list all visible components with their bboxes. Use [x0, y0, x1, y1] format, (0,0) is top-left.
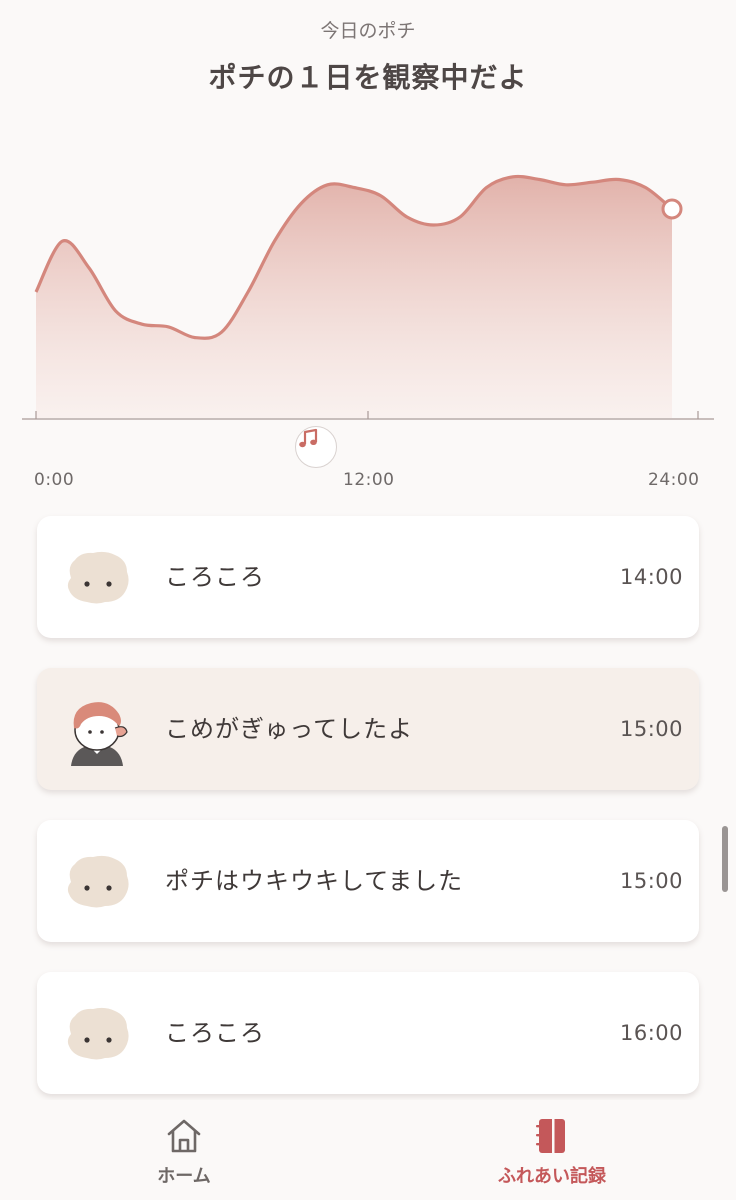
activity-chart-svg — [22, 174, 714, 420]
event-text: こめがぎゅってしたよ — [165, 715, 414, 743]
x-tick-label: 24:00 — [648, 470, 700, 490]
event-time: 14:00 — [619, 565, 683, 589]
scrollbar[interactable] — [722, 826, 728, 892]
nav-home-label: ホーム — [157, 1166, 211, 1187]
notebook-icon — [536, 1119, 565, 1153]
event-time: 15:00 — [619, 717, 683, 741]
page-subtitle: 今日のポチ — [320, 20, 416, 42]
event-time: 16:00 — [619, 1021, 683, 1045]
event-card[interactable]: ころころ 16:00 — [37, 972, 699, 1094]
fluffy-creature-icon — [67, 1007, 129, 1060]
current-point-marker — [661, 198, 683, 220]
nav-home[interactable]: ホーム — [124, 1100, 244, 1200]
x-tick-label: 12:00 — [343, 470, 395, 490]
activity-area-fill — [36, 176, 672, 418]
activity-chart: 0:00 12:00 24:00 — [0, 120, 736, 500]
fluffy-creature-icon — [67, 551, 129, 604]
event-text: ポチはウキウキしてました — [165, 867, 464, 895]
music-note-icon — [299, 428, 318, 448]
event-card[interactable]: こめがぎゅってしたよ 15:00 — [37, 668, 699, 790]
event-time: 15:00 — [619, 869, 683, 893]
home-icon — [167, 1119, 201, 1153]
event-card[interactable]: ころころ 14:00 — [37, 516, 699, 638]
event-card[interactable]: ポチはウキウキしてました 15:00 — [37, 820, 699, 942]
nav-records[interactable]: ふれあい記録 — [472, 1100, 632, 1200]
event-text: ころころ — [165, 1019, 265, 1047]
x-tick-label: 0:00 — [34, 470, 75, 490]
bottom-nav: ホーム ふれあい記録 — [0, 1100, 736, 1200]
event-text: ころころ — [165, 563, 265, 591]
fluffy-creature-icon — [67, 855, 129, 908]
music-note-marker[interactable] — [295, 426, 337, 468]
page-title: ポチの１日を観察中だよ — [208, 61, 528, 94]
boy-avatar-icon — [71, 702, 128, 766]
nav-records-label: ふれあい記録 — [498, 1166, 606, 1187]
